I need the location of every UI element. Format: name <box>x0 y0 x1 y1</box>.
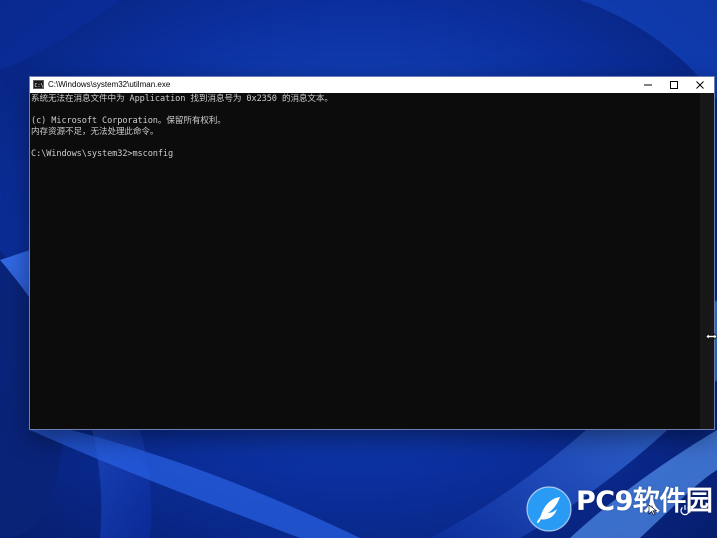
window-title: C:\Windows\system32\utilman.exe <box>48 80 171 89</box>
maximize-icon <box>670 81 678 89</box>
vertical-scrollbar[interactable] <box>700 93 714 429</box>
command-prompt-window[interactable]: C:\ C:\Windows\system32\utilman.exe 系统无法… <box>30 77 714 429</box>
minimize-icon <box>644 84 652 86</box>
cmd-icon: C:\ <box>33 80 44 89</box>
svg-text:C:\: C:\ <box>35 83 44 89</box>
close-button[interactable] <box>686 77 714 93</box>
power-icon[interactable] <box>679 504 691 516</box>
close-icon <box>696 81 704 89</box>
console-line: (c) Microsoft Corporation。保留所有权利。 <box>31 116 226 126</box>
console-output[interactable]: 系统无法在消息文件中为 Application 找到消息号为 0x2350 的消… <box>31 94 699 428</box>
title-bar[interactable]: C:\ C:\Windows\system32\utilman.exe <box>30 77 714 93</box>
console-line: 系统无法在消息文件中为 Application 找到消息号为 0x2350 的消… <box>31 94 333 104</box>
maximize-button[interactable] <box>660 77 688 93</box>
watermark-text: PC9软件园 <box>576 486 713 517</box>
minimize-button[interactable] <box>634 77 662 93</box>
command-prompt-line: C:\Windows\system32>msconfig <box>31 149 174 159</box>
pc9-logo-icon <box>526 486 572 532</box>
cursor-arrow-icon <box>648 504 658 516</box>
console-line: 内存资源不足，无法处理此命令。 <box>31 127 159 137</box>
resize-cursor-icon <box>706 332 717 341</box>
